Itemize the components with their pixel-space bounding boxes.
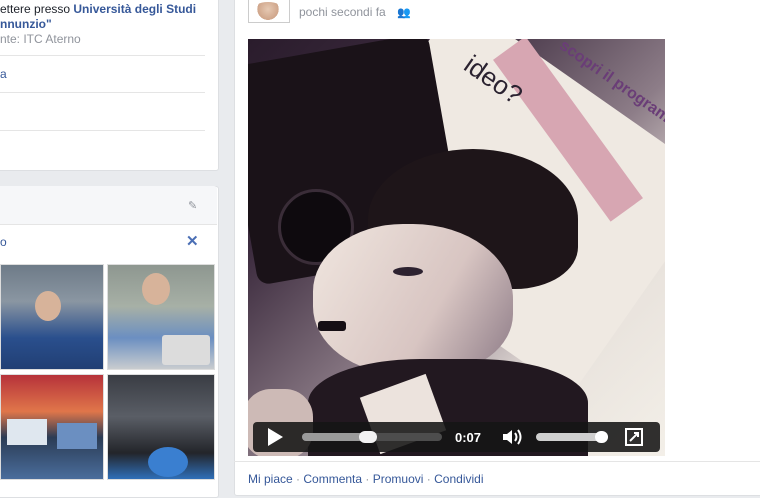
action-separator: · — [426, 472, 431, 486]
close-icon[interactable]: ✕ — [186, 232, 199, 250]
volume-handle[interactable] — [595, 431, 608, 443]
avatar-image — [252, 2, 284, 20]
person-head — [35, 291, 61, 321]
photo-thumbnail[interactable] — [107, 264, 215, 370]
video-time: 0:07 — [455, 430, 482, 445]
school-name-continued[interactable]: nnunzio" — [0, 17, 52, 31]
ball-icon — [148, 447, 188, 477]
action-separator: · — [296, 472, 301, 486]
divider — [0, 92, 205, 93]
friends-icon[interactable]: 👥 — [397, 6, 411, 19]
play-icon[interactable] — [268, 428, 283, 446]
seek-handle[interactable] — [359, 431, 377, 443]
screen-icon — [57, 423, 97, 449]
photo-thumbnail[interactable] — [0, 264, 104, 370]
school-link[interactable]: Università degli Studi — [73, 2, 196, 16]
photos-card-header — [0, 186, 217, 225]
person-head — [142, 273, 170, 305]
promote-link[interactable]: Promuovi — [373, 472, 424, 486]
mustache-shape — [318, 321, 346, 331]
pin-icon[interactable]: ✎ — [188, 199, 197, 212]
photos-title[interactable]: o — [0, 235, 7, 249]
photo-thumbnail[interactable] — [0, 374, 104, 480]
post-timestamp[interactable]: pochi secondi fa — [299, 5, 386, 19]
action-separator: · — [365, 472, 370, 486]
fullscreen-icon[interactable] — [625, 428, 643, 446]
laptop-icon — [162, 335, 210, 365]
education-detail: nte: ITC Aterno — [0, 32, 81, 46]
sidebar-link[interactable]: a — [0, 67, 7, 81]
eye-shape — [393, 267, 423, 276]
share-link[interactable]: Condividi — [434, 472, 483, 486]
face-shape — [313, 224, 513, 374]
divider — [0, 130, 205, 131]
photo-thumbnail[interactable] — [107, 374, 215, 480]
comment-link[interactable]: Commenta — [303, 472, 362, 486]
education-prefix: ettere presso — [0, 2, 71, 16]
post-actions: Mi piace · Commenta · Promuovi · Condivi… — [248, 472, 483, 486]
volume-icon[interactable] — [501, 427, 525, 447]
video-player[interactable]: ideo? scopri il programma — [248, 39, 665, 456]
like-link[interactable]: Mi piace — [248, 472, 293, 486]
screen-icon — [7, 419, 47, 445]
divider — [234, 461, 760, 462]
divider — [0, 55, 205, 56]
education-line: ettere presso Università degli Studi — [0, 2, 196, 16]
